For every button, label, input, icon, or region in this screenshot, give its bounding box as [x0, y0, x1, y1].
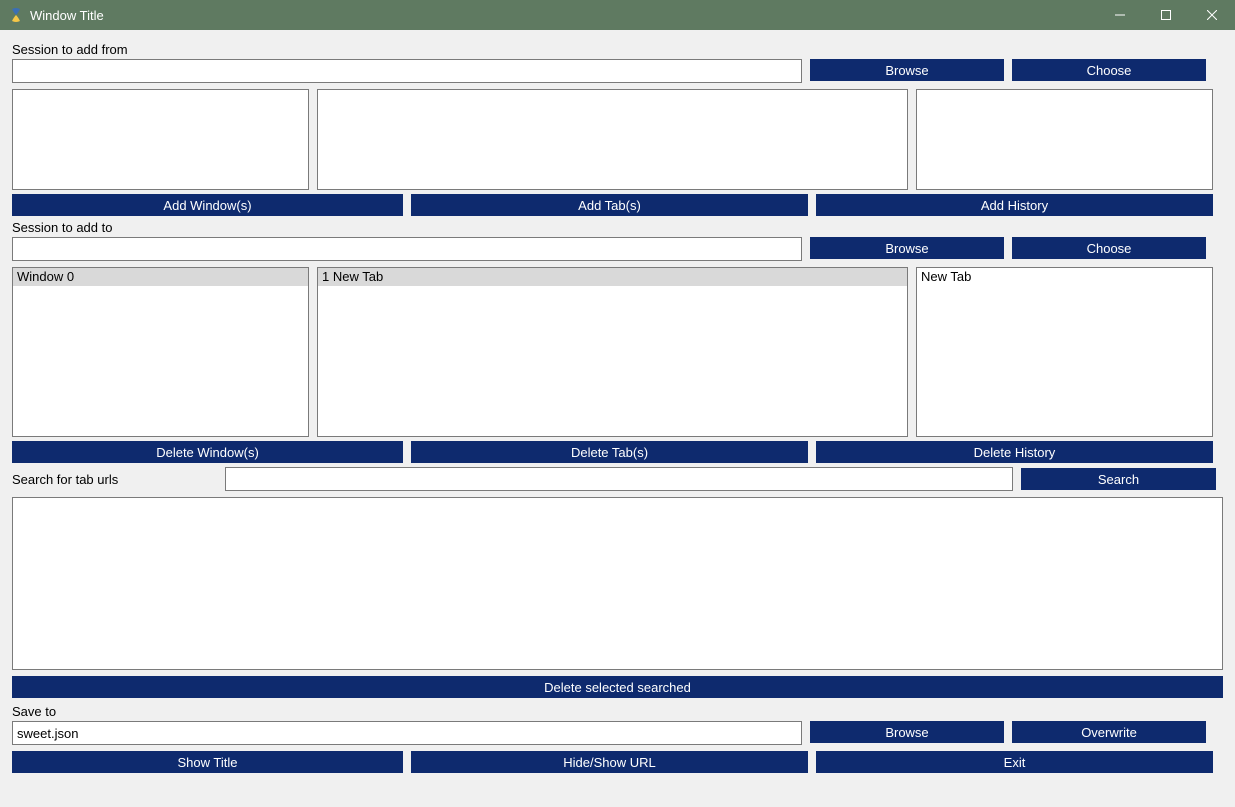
search-input[interactable]: [225, 467, 1013, 491]
session-from-label: Session to add from: [12, 42, 1223, 57]
save-to-label: Save to: [12, 704, 1223, 719]
hide-show-url-button[interactable]: Hide/Show URL: [411, 751, 808, 773]
overwrite-button[interactable]: Overwrite: [1012, 721, 1206, 743]
close-button[interactable]: [1189, 0, 1235, 30]
to-windows-list[interactable]: Window 0: [12, 267, 309, 437]
show-title-button[interactable]: Show Title: [12, 751, 403, 773]
delete-tabs-button[interactable]: Delete Tab(s): [411, 441, 808, 463]
search-results-list[interactable]: [12, 497, 1223, 670]
save-browse-button[interactable]: Browse: [810, 721, 1004, 743]
search-label: Search for tab urls: [12, 472, 217, 487]
maximize-button[interactable]: [1143, 0, 1189, 30]
list-item[interactable]: 1 New Tab: [318, 268, 907, 286]
session-to-browse-button[interactable]: Browse: [810, 237, 1004, 259]
add-windows-button[interactable]: Add Window(s): [12, 194, 403, 216]
session-to-label: Session to add to: [12, 220, 1223, 235]
delete-history-button[interactable]: Delete History: [816, 441, 1213, 463]
app-icon: [8, 7, 24, 23]
save-to-input[interactable]: [12, 721, 802, 745]
window-controls: [1097, 0, 1235, 30]
to-history-list[interactable]: New Tab: [916, 267, 1213, 437]
session-to-choose-button[interactable]: Choose: [1012, 237, 1206, 259]
from-history-list[interactable]: [916, 89, 1213, 190]
add-tabs-button[interactable]: Add Tab(s): [411, 194, 808, 216]
search-button[interactable]: Search: [1021, 468, 1216, 490]
session-from-browse-button[interactable]: Browse: [810, 59, 1004, 81]
content-area: Session to add from Browse Choose Add Wi…: [0, 30, 1235, 807]
add-history-button[interactable]: Add History: [816, 194, 1213, 216]
session-from-path-input[interactable]: [12, 59, 802, 83]
delete-selected-searched-button[interactable]: Delete selected searched: [12, 676, 1223, 698]
session-from-choose-button[interactable]: Choose: [1012, 59, 1206, 81]
session-to-path-input[interactable]: [12, 237, 802, 261]
to-tabs-list[interactable]: 1 New Tab: [317, 267, 908, 437]
delete-windows-button[interactable]: Delete Window(s): [12, 441, 403, 463]
window-title: Window Title: [30, 8, 1097, 23]
from-tabs-list[interactable]: [317, 89, 908, 190]
exit-button[interactable]: Exit: [816, 751, 1213, 773]
titlebar: Window Title: [0, 0, 1235, 30]
minimize-button[interactable]: [1097, 0, 1143, 30]
list-item[interactable]: New Tab: [917, 268, 1212, 286]
from-windows-list[interactable]: [12, 89, 309, 190]
list-item[interactable]: Window 0: [13, 268, 308, 286]
